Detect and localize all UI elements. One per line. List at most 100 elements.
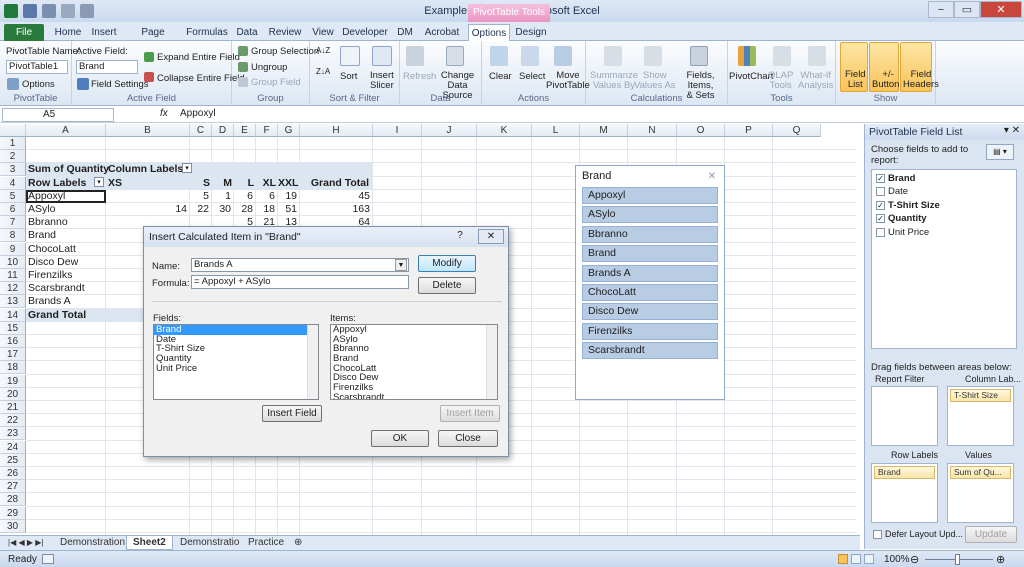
refresh-button[interactable]: Refresh: [403, 71, 436, 82]
column-header[interactable]: G: [278, 124, 300, 137]
row-header[interactable]: 19: [0, 374, 26, 388]
pivot-cell[interactable]: Firenzilks: [28, 269, 72, 282]
minimize-button[interactable]: −: [928, 1, 954, 18]
what-if-analysis-button[interactable]: What-If Analysis: [798, 71, 833, 91]
pivottable-name-input[interactable]: PivotTable1: [6, 60, 68, 74]
tab-home[interactable]: Home: [52, 24, 84, 41]
insert-sheet-icon[interactable]: ⊕: [288, 536, 308, 550]
row-header[interactable]: 26: [0, 467, 26, 480]
macro-record-icon[interactable]: [42, 554, 54, 564]
pivotchart-button[interactable]: PivotChart: [729, 71, 773, 82]
field-item[interactable]: Date: [876, 186, 908, 197]
pivot-value[interactable]: 6: [256, 190, 275, 203]
field-checkbox[interactable]: [876, 227, 885, 237]
zoom-level[interactable]: 100%: [884, 554, 910, 565]
row-filter-dropdown-icon[interactable]: ▾: [94, 176, 104, 187]
pivot-value[interactable]: 163: [300, 203, 370, 216]
row-header[interactable]: 25: [0, 453, 26, 467]
pivot-value[interactable]: 51: [278, 203, 297, 216]
pivot-header[interactable]: M: [212, 177, 232, 190]
slicer-item[interactable]: Firenzilks: [582, 322, 718, 340]
pivot-cell[interactable]: Bbranno: [28, 216, 68, 229]
normal-view-icon[interactable]: [838, 554, 848, 564]
field-checkbox[interactable]: ✓: [876, 174, 885, 183]
items-list[interactable]: Appoxyl ASylo Bbranno Brand ChocoLatt Disco D…: [330, 324, 498, 400]
pivot-value[interactable]: 19: [278, 190, 297, 203]
row-chip[interactable]: Brand: [874, 466, 935, 479]
pivot-value[interactable]: 5: [190, 190, 209, 203]
filter-dropdown-icon[interactable]: ▾: [182, 163, 192, 174]
slicer-item[interactable]: Brands A: [582, 264, 718, 282]
sheet-nav-icons[interactable]: |◀ ◀ ▶ ▶|: [2, 536, 49, 550]
modify-button[interactable]: Modify: [418, 255, 476, 272]
zoom-in-icon[interactable]: ⊕: [996, 553, 1005, 566]
row-header[interactable]: 4: [0, 176, 26, 190]
sheet-tab[interactable]: Practice: [242, 536, 290, 550]
clear-filter-icon[interactable]: ✕: [708, 171, 716, 182]
row-header[interactable]: 10: [0, 255, 26, 269]
pivot-cell[interactable]: Scarsbrandt: [28, 282, 85, 295]
sheet-tab[interactable]: Demonstration: [54, 536, 131, 550]
pivot-value[interactable]: 30: [212, 203, 231, 216]
maximize-button[interactable]: ▭: [954, 1, 980, 18]
fields-list[interactable]: Brand Date T-Shirt Size Quantity Unit Price: [153, 324, 319, 400]
pivot-value[interactable]: 22: [190, 203, 209, 216]
defer-checkbox[interactable]: [873, 529, 882, 539]
tab-formulas[interactable]: Formulas: [186, 24, 228, 41]
dialog-close-icon[interactable]: ✕: [478, 229, 504, 244]
pivot-cell[interactable]: Row Labels: [28, 177, 86, 190]
column-header[interactable]: E: [234, 124, 256, 137]
row-header[interactable]: 16: [0, 335, 26, 348]
pivot-value[interactable]: 18: [256, 203, 275, 216]
row-header[interactable]: 14: [0, 308, 26, 322]
row-header[interactable]: 23: [0, 427, 26, 441]
slicer-item[interactable]: Scarsbrandt: [582, 342, 718, 360]
column-header[interactable]: M: [580, 124, 628, 137]
row-header[interactable]: 27: [0, 480, 26, 494]
field-list-close-icon[interactable]: ▾ ✕: [1004, 125, 1020, 136]
row-header[interactable]: 13: [0, 295, 26, 309]
pivot-header[interactable]: XXL: [278, 177, 298, 190]
pivot-cell[interactable]: Grand Total: [28, 309, 86, 322]
options-button[interactable]: Options: [22, 79, 55, 90]
sheet-tab[interactable]: Demonstratio: [174, 536, 245, 550]
summarize-button[interactable]: Summarize Values By: [590, 71, 638, 91]
column-header[interactable]: L: [532, 124, 580, 137]
formula-input[interactable]: = Appoxyl + ASylo: [191, 275, 409, 289]
column-header[interactable]: Q: [773, 124, 821, 137]
slicer-item[interactable]: Brand: [582, 245, 718, 263]
row-header[interactable]: 17: [0, 348, 26, 362]
fx-icon[interactable]: fx: [160, 108, 168, 119]
tab-view[interactable]: View: [309, 24, 337, 41]
pivot-value[interactable]: 28: [234, 203, 253, 216]
select-button[interactable]: Select: [519, 71, 545, 82]
row-header[interactable]: 9: [0, 242, 26, 256]
tab-data[interactable]: Data: [233, 24, 261, 41]
row-header[interactable]: 3: [0, 163, 26, 177]
row-header[interactable]: 20: [0, 387, 26, 401]
page-break-view-icon[interactable]: [864, 554, 874, 564]
column-header[interactable]: J: [422, 124, 477, 137]
insert-item-button[interactable]: Insert Item: [440, 405, 500, 422]
field-list-item[interactable]: Brand: [154, 325, 318, 335]
field-headers-toggle[interactable]: Field Headers: [900, 42, 939, 92]
pivot-cell[interactable]: Sum of Quantity: [28, 163, 109, 176]
move-pivottable-button[interactable]: Move PivotTable: [546, 71, 590, 91]
pivot-value[interactable]: 6: [234, 190, 253, 203]
sheet-tab-active[interactable]: Sheet2: [126, 536, 173, 550]
field-item[interactable]: ✓ Brand: [876, 173, 915, 184]
select-all-corner[interactable]: [0, 124, 26, 137]
zoom-out-icon[interactable]: ⊖: [910, 553, 919, 566]
pivot-cell[interactable]: XS: [108, 177, 122, 190]
column-header[interactable]: P: [725, 124, 773, 137]
row-header[interactable]: 18: [0, 361, 26, 375]
ok-button[interactable]: OK: [371, 430, 429, 447]
pivot-value[interactable]: 45: [300, 190, 370, 203]
tab-options[interactable]: Options: [468, 24, 510, 41]
close-button[interactable]: ✕: [980, 1, 1022, 18]
name-box[interactable]: A5: [2, 108, 114, 122]
help-icon[interactable]: ?: [452, 229, 468, 244]
sort-button[interactable]: Sort: [340, 71, 357, 82]
insert-field-button[interactable]: Insert Field: [262, 405, 322, 422]
tab-dm[interactable]: DM: [394, 24, 416, 41]
